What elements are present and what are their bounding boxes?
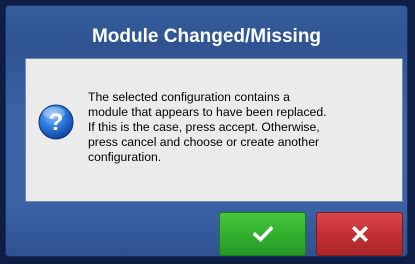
dialog-title: Module Changed/Missing [91,26,322,47]
checkmark-icon [252,226,273,242]
svg-text:?: ? [49,109,64,136]
accept-button[interactable] [219,212,306,256]
module-changed-dialog: Module Changed/Missing ? The selected co… [5,5,408,257]
question-icon: ? [38,104,74,140]
message-panel: ? The selected configuration contains a … [25,58,403,202]
dialog-message: The selected configuration contains a mo… [88,90,327,164]
x-icon [351,226,368,242]
cancel-button[interactable] [316,212,403,256]
